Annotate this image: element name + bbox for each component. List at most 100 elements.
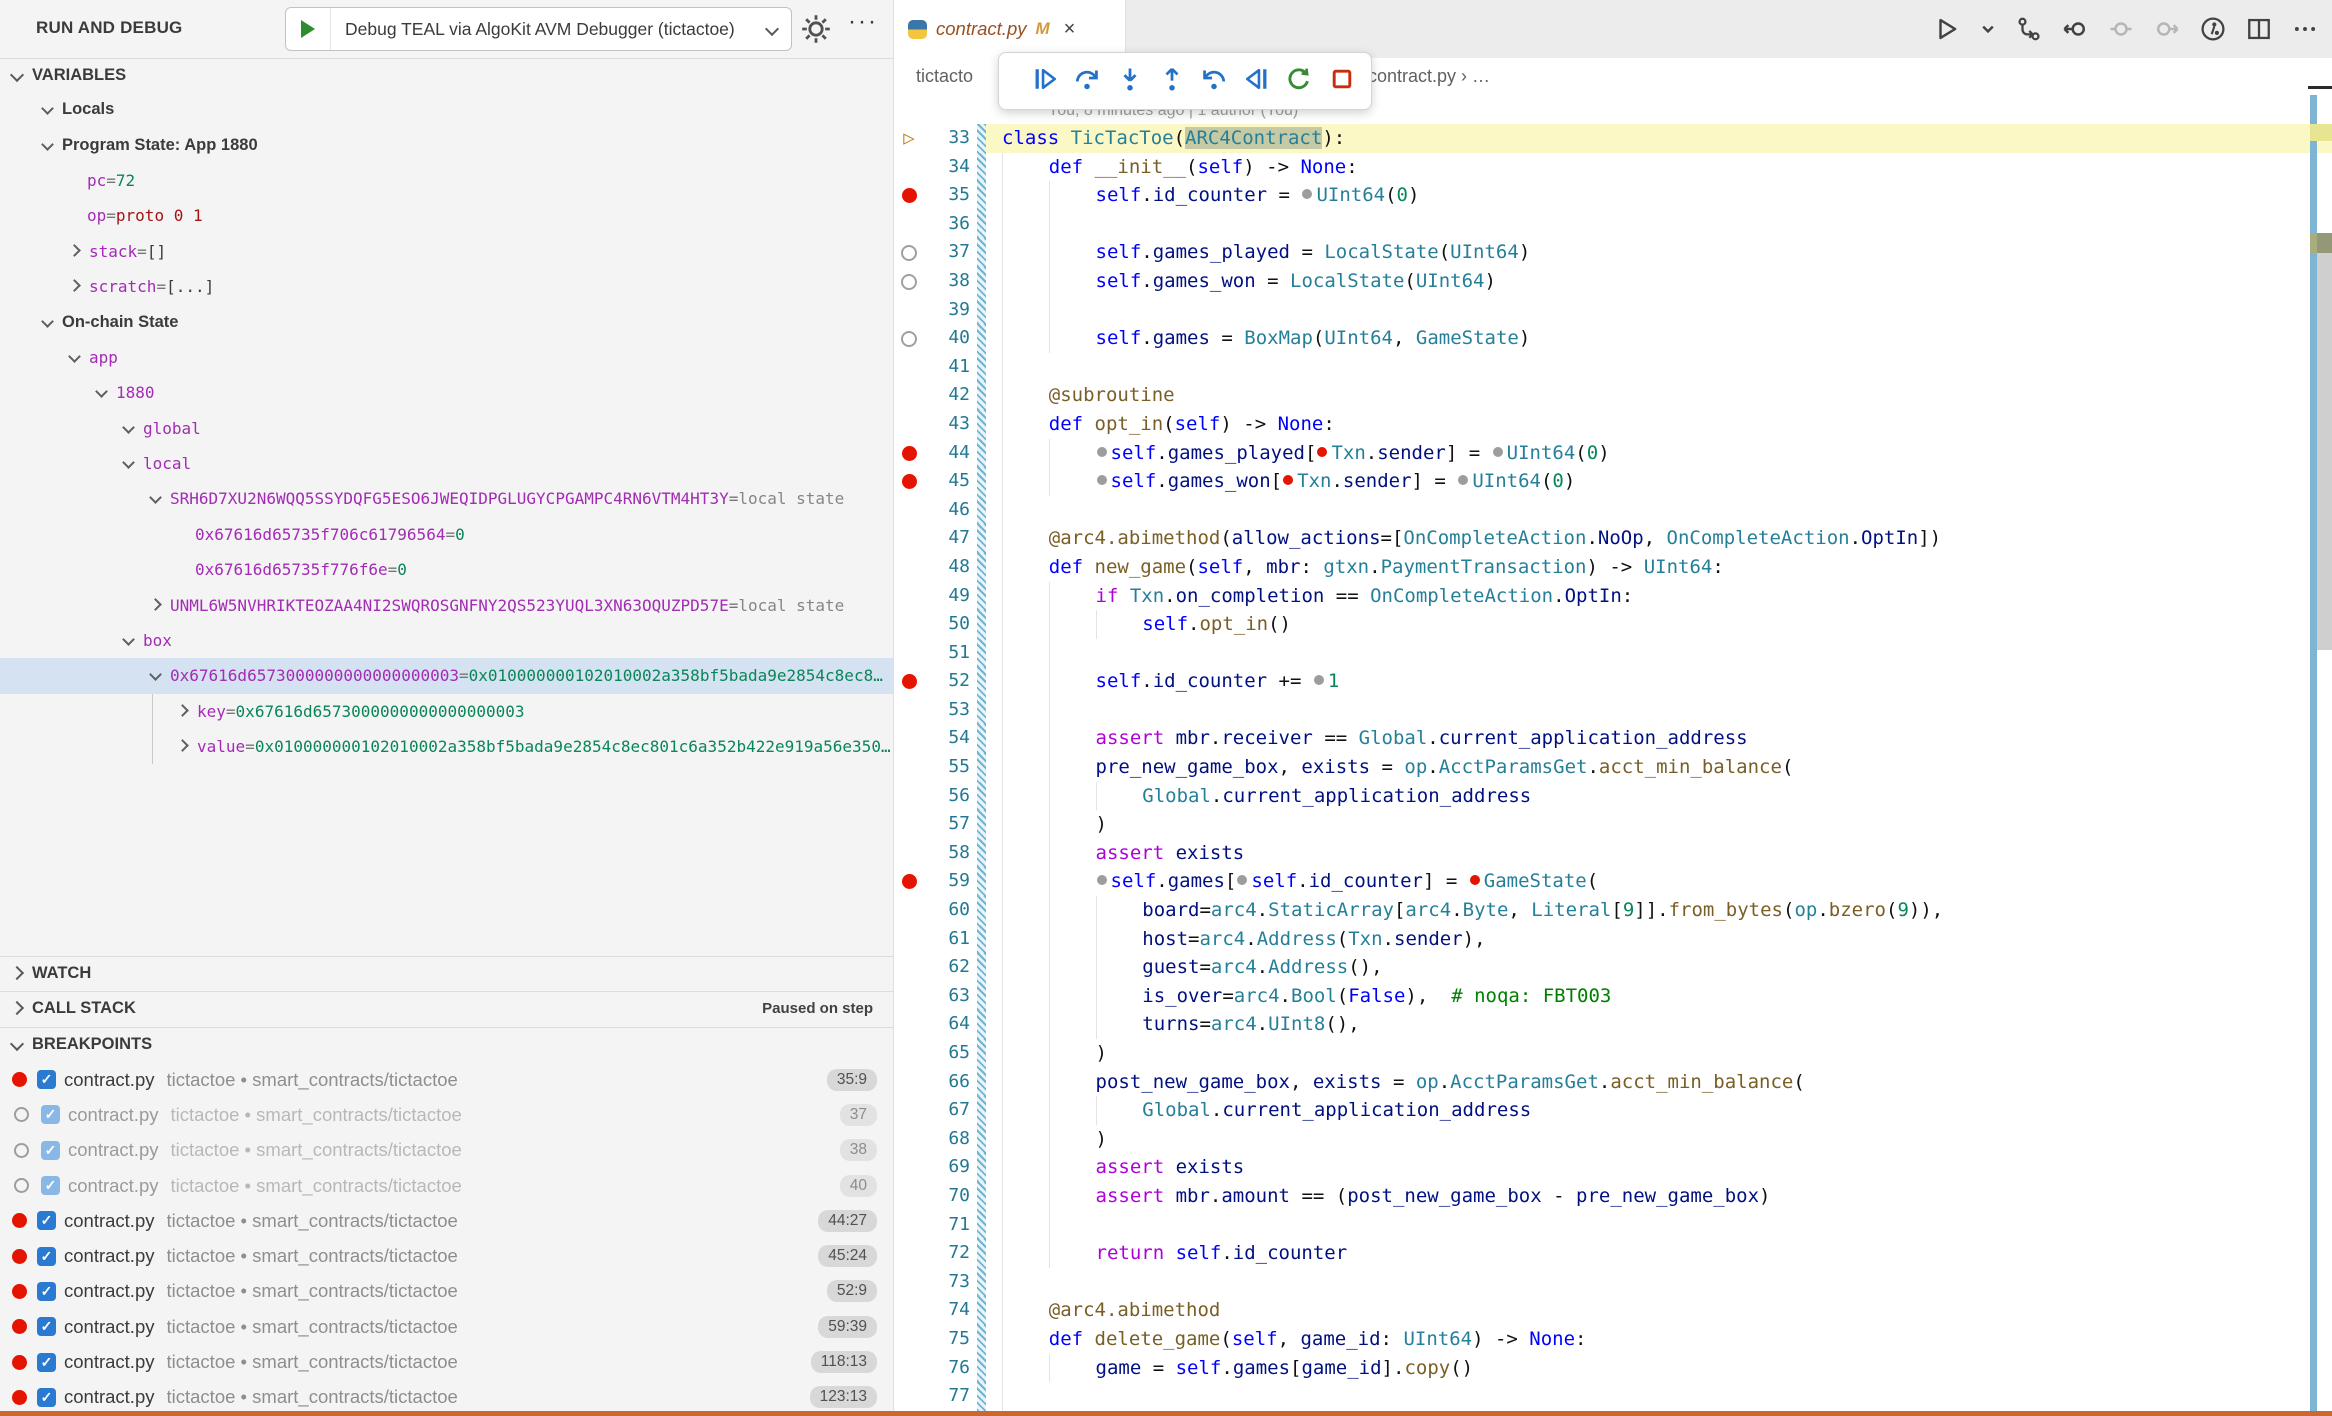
gutter-breakpoint-column[interactable] bbox=[894, 267, 924, 296]
chevron-down-icon[interactable] bbox=[122, 456, 135, 469]
code-line[interactable]: 57) bbox=[894, 810, 2332, 839]
breakpoint-checkbox[interactable]: ✓ bbox=[41, 1141, 60, 1160]
tree-row[interactable]: scratch = [...] bbox=[0, 269, 893, 304]
chevron-down-icon[interactable] bbox=[149, 669, 162, 682]
tree-row[interactable]: global bbox=[0, 411, 893, 446]
gutter-breakpoint-column[interactable] bbox=[894, 1296, 924, 1325]
code-line[interactable]: 51 bbox=[894, 639, 2332, 668]
timeline-icon[interactable] bbox=[2200, 16, 2226, 42]
tree-row[interactable]: value = 0x010000000102010002a358bf5bada9… bbox=[0, 729, 893, 764]
code-line[interactable]: 36 bbox=[894, 210, 2332, 239]
step-over-icon[interactable] bbox=[1074, 66, 1100, 97]
restart-icon[interactable] bbox=[1286, 66, 1312, 97]
code-line[interactable]: 67Global.current_application_address bbox=[894, 1096, 2332, 1125]
gutter-breakpoint-column[interactable] bbox=[894, 1382, 924, 1411]
chevron-down-icon[interactable] bbox=[41, 138, 54, 151]
code-line[interactable]: 74@arc4.abimethod bbox=[894, 1296, 2332, 1325]
tree-row[interactable]: 0x67616d65735f706c61796564 = 0 bbox=[0, 517, 893, 552]
tree-row[interactable]: local bbox=[0, 446, 893, 481]
breakpoint-row[interactable]: ✓contract.pytictactoe • smart_contracts/… bbox=[0, 1097, 893, 1132]
step-back-icon[interactable] bbox=[1201, 66, 1227, 97]
gutter-breakpoint-column[interactable] bbox=[894, 439, 924, 468]
chevron-right-icon[interactable] bbox=[176, 739, 189, 752]
chevron-right-icon[interactable] bbox=[149, 598, 162, 611]
gutter-breakpoint-column[interactable] bbox=[894, 867, 924, 896]
gutter-breakpoint-column[interactable] bbox=[894, 496, 924, 525]
tree-row[interactable]: UNML6W5NVHRIKTEOZAA4NI2SWQROSGNFNY2QS523… bbox=[0, 587, 893, 622]
inline-breakpoint-candidate-icon[interactable] bbox=[1097, 447, 1107, 457]
code-line[interactable]: 71 bbox=[894, 1211, 2332, 1240]
call-stack-section-header[interactable]: CALL STACK Paused on step bbox=[0, 991, 893, 1025]
tab-contract-py[interactable]: contract.py M × bbox=[894, 0, 1126, 58]
watch-section-header[interactable]: WATCH bbox=[0, 956, 893, 990]
vertical-scrollbar[interactable] bbox=[2317, 233, 2332, 650]
variables-section-header[interactable]: VARIABLES bbox=[0, 58, 893, 92]
gutter-breakpoint-column[interactable] bbox=[894, 753, 924, 782]
previous-change-icon[interactable] bbox=[2062, 16, 2088, 42]
gutter-breakpoint-column[interactable] bbox=[894, 1125, 924, 1154]
code-line[interactable]: 47@arc4.abimethod(allow_actions=[OnCompl… bbox=[894, 524, 2332, 553]
debug-config-dropdown[interactable]: Debug TEAL via AlgoKit AVM Debugger (tic… bbox=[285, 7, 792, 51]
code-line[interactable]: 76game = self.games[game_id].copy() bbox=[894, 1354, 2332, 1383]
breakpoint-checkbox[interactable]: ✓ bbox=[37, 1317, 56, 1336]
gutter-breakpoint-column[interactable] bbox=[894, 782, 924, 811]
more-actions-icon[interactable]: ··· bbox=[848, 8, 878, 36]
code-line[interactable]: 70assert mbr.amount == (post_new_game_bo… bbox=[894, 1182, 2332, 1211]
gutter-breakpoint-column[interactable] bbox=[894, 1039, 924, 1068]
inline-breakpoint-candidate-icon[interactable] bbox=[1302, 189, 1312, 199]
chevron-down-icon[interactable] bbox=[95, 385, 108, 398]
gutter-breakpoint-column[interactable] bbox=[894, 324, 924, 353]
breakpoint-checkbox[interactable]: ✓ bbox=[41, 1176, 60, 1195]
breakpoint-checkbox[interactable]: ✓ bbox=[41, 1105, 60, 1124]
inline-breakpoint-candidate-icon[interactable] bbox=[1458, 475, 1468, 485]
code-line[interactable]: 73 bbox=[894, 1268, 2332, 1297]
step-out-icon[interactable] bbox=[1159, 66, 1185, 97]
code-line[interactable]: 38self.games_won = LocalState(UInt64) bbox=[894, 267, 2332, 296]
code-line[interactable]: ▷33class TicTacToe(ARC4Contract): bbox=[894, 124, 2332, 153]
gutter-breakpoint-column[interactable] bbox=[894, 238, 924, 267]
tree-row[interactable]: box bbox=[0, 623, 893, 658]
gutter-breakpoint-column[interactable] bbox=[894, 153, 924, 182]
breakpoint-checkbox[interactable]: ✓ bbox=[37, 1211, 56, 1230]
breakpoint-row[interactable]: ✓contract.pytictactoe • smart_contracts/… bbox=[0, 1062, 893, 1097]
breadcrumb-folder[interactable]: tictacto bbox=[916, 66, 973, 87]
code-line[interactable]: 54assert mbr.receiver == Global.current_… bbox=[894, 724, 2332, 753]
breakpoint-checkbox[interactable]: ✓ bbox=[37, 1353, 56, 1372]
breakpoint-row[interactable]: ✓contract.pytictactoe • smart_contracts/… bbox=[0, 1238, 893, 1273]
breakpoint-row[interactable]: ✓contract.pytictactoe • smart_contracts/… bbox=[0, 1309, 893, 1344]
next-change-icon[interactable] bbox=[2154, 16, 2180, 42]
code-line[interactable]: 45self.games_won[Txn.sender] = UInt64(0) bbox=[894, 467, 2332, 496]
gutter-breakpoint-column[interactable] bbox=[894, 1096, 924, 1125]
tree-row[interactable]: op = proto 0 1 bbox=[0, 198, 893, 233]
close-icon[interactable]: × bbox=[1064, 18, 1076, 41]
breakpoint-row[interactable]: ✓contract.pytictactoe • smart_contracts/… bbox=[0, 1380, 893, 1415]
code-line[interactable]: 42@subroutine bbox=[894, 381, 2332, 410]
gutter-breakpoint-column[interactable] bbox=[894, 1068, 924, 1097]
inline-breakpoint-candidate-icon[interactable] bbox=[1314, 675, 1324, 685]
chevron-right-icon[interactable] bbox=[176, 704, 189, 717]
code-line[interactable]: 65) bbox=[894, 1039, 2332, 1068]
tree-row[interactable]: 1880 bbox=[0, 375, 893, 410]
inline-breakpoint-icon[interactable] bbox=[1470, 875, 1480, 885]
more-actions-icon[interactable] bbox=[2292, 16, 2318, 42]
gutter-breakpoint-column[interactable] bbox=[894, 553, 924, 582]
stop-icon[interactable] bbox=[1329, 66, 1355, 97]
code-line[interactable]: 34def __init__(self) -> None: bbox=[894, 153, 2332, 182]
code-area[interactable]: ▷33class TicTacToe(ARC4Contract):34def _… bbox=[894, 124, 2332, 1411]
gutter-breakpoint-column[interactable] bbox=[894, 1153, 924, 1182]
gutter-breakpoint-column[interactable] bbox=[894, 667, 924, 696]
inline-breakpoint-candidate-icon[interactable] bbox=[1493, 447, 1503, 457]
gutter-breakpoint-column[interactable] bbox=[894, 639, 924, 668]
chevron-down-icon[interactable] bbox=[122, 633, 135, 646]
code-line[interactable]: 46 bbox=[894, 496, 2332, 525]
tree-row[interactable]: Locals bbox=[0, 92, 893, 127]
tree-row[interactable]: app bbox=[0, 340, 893, 375]
chevron-down-icon[interactable] bbox=[149, 492, 162, 505]
step-into-icon[interactable] bbox=[1117, 66, 1143, 97]
code-line[interactable]: 41 bbox=[894, 353, 2332, 382]
code-line[interactable]: 44self.games_played[Txn.sender] = UInt64… bbox=[894, 439, 2332, 468]
tree-row[interactable]: 0x67616d65735f776f6e = 0 bbox=[0, 552, 893, 587]
gutter-breakpoint-column[interactable]: ▷ bbox=[894, 124, 924, 153]
gutter-breakpoint-column[interactable] bbox=[894, 925, 924, 954]
gutter-breakpoint-column[interactable] bbox=[894, 582, 924, 611]
